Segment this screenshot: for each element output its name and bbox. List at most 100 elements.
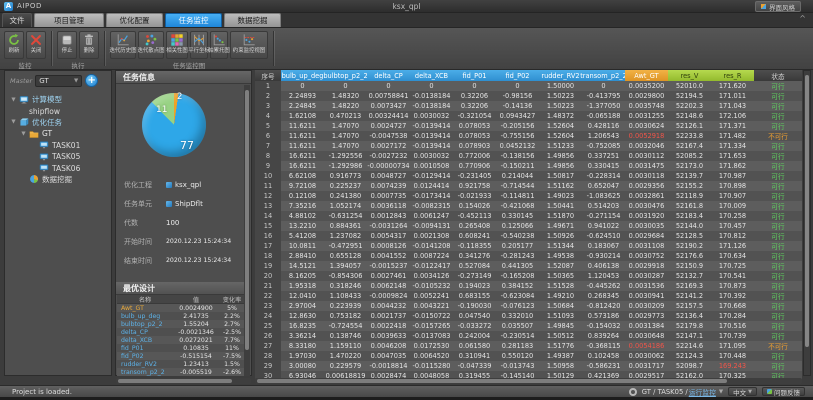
- table-vertical-scrollbar[interactable]: [803, 70, 811, 376]
- tree-item-shipflow[interactable]: shipflow: [5, 105, 111, 116]
- column-header-状态[interactable]: 状态: [754, 70, 802, 81]
- column-header-bulbtop_p2_2[interactable]: bulbtop_p2_2: [324, 70, 367, 81]
- best-row-bulbtop_p2_2[interactable]: bulbtop_p2_21.552042.7%: [117, 320, 245, 328]
- tab-3[interactable]: 优化配置: [106, 13, 163, 27]
- tab-2[interactable]: 项目管理: [34, 13, 104, 27]
- table-row[interactable]: 165.412081.2370820.00543170.00213080.608…: [255, 231, 802, 241]
- table-row[interactable]: 208.16205-0.8543060.00274610.0034126-0.2…: [255, 271, 802, 281]
- tree-item-TASK06[interactable]: TASK06: [5, 162, 111, 173]
- tab-1[interactable]: 文件: [2, 13, 32, 27]
- tree-item-TASK05[interactable]: TASK05: [5, 151, 111, 162]
- ribbon-button-相关性图[interactable]: 相关性图: [166, 31, 188, 59]
- table-row[interactable]: 711.62111.470700.0027172-0.01394140.0789…: [255, 141, 802, 151]
- table-row[interactable]: 916.6211-1.292986-0.000007340.00105080.7…: [255, 161, 802, 171]
- ui-style-button[interactable]: 界面风格: [755, 1, 801, 12]
- column-header-res_V[interactable]: res_V: [668, 70, 711, 81]
- breadcrumb[interactable]: GT / TASK05 / 运行监控 ▼: [642, 387, 723, 397]
- column-header-bulb_up_deg[interactable]: bulb_up_deg: [281, 70, 324, 81]
- table-row[interactable]: 263.362140.1387460.0039633-0.01370830.24…: [255, 331, 802, 341]
- table-row[interactable]: 816.6211-1.292556-0.00272320.00300320.77…: [255, 151, 802, 161]
- column-header-Awt_GT[interactable]: Awt_GT: [625, 70, 668, 81]
- column-header-fid_P01[interactable]: fid_P01: [453, 70, 496, 81]
- table-row[interactable]: 22.248931.483200.00758841-0.01381840.322…: [255, 91, 802, 101]
- table-row[interactable]: 281.970301.4702200.00470350.00645200.310…: [255, 351, 802, 361]
- tab-4[interactable]: 任务监控: [165, 13, 222, 27]
- panel-vertical-scrollbar[interactable]: [244, 85, 250, 376]
- table-row[interactable]: 1513.22100.884361-0.0031264-0.00941310.2…: [255, 221, 802, 231]
- ribbon-button-删除[interactable]: 删除: [79, 31, 99, 59]
- column-header-delta_XCB[interactable]: delta_XCB: [410, 70, 453, 81]
- tree-item-TASK01[interactable]: TASK01: [5, 140, 111, 151]
- table-row[interactable]: 120.121080.2413800.0007735-0.0173414-0.0…: [255, 191, 802, 201]
- best-row-rudder_RV2[interactable]: rudder_RV21.234131.5%: [117, 360, 245, 368]
- table-row[interactable]: 232.970040.2239390.00442320.0043221-0.19…: [255, 301, 802, 311]
- column-header-res_R[interactable]: res_R: [711, 70, 754, 81]
- feedback-button[interactable]: 问题反馈: [762, 387, 805, 396]
- column-header-delta_CP[interactable]: delta_CP: [367, 70, 410, 81]
- table-row[interactable]: 611.62111.47070-0.0047538-0.01394140.078…: [255, 131, 802, 141]
- panel-horizontal-scrollbar[interactable]: [116, 378, 251, 384]
- table-horizontal-scrollbar[interactable]: [255, 378, 802, 384]
- expand-arrow-icon[interactable]: ▼: [11, 97, 16, 103]
- best-row-delta_CP[interactable]: delta_CP-0.0021346-2.5%: [117, 328, 245, 336]
- best-row-fid_P02[interactable]: fid_P02-0.515154-7.5%: [117, 352, 245, 360]
- ribbon-button-迭代历史图[interactable]: 迭代历史图: [110, 31, 136, 59]
- ribbon-button-刷新[interactable]: 刷新: [4, 31, 24, 59]
- language-button[interactable]: 中文 ▼: [728, 387, 757, 396]
- ribbon-button-停止[interactable]: 停止: [57, 31, 77, 59]
- column-header-transom_p2_2[interactable]: transom_p2_2: [582, 70, 625, 81]
- row-number: 24: [255, 311, 281, 321]
- table-row[interactable]: 2516.8235-0.7245540.0022418-0.0157265-0.…: [255, 321, 802, 331]
- breadcrumb-current[interactable]: 运行监控: [689, 387, 716, 397]
- expand-arrow-icon[interactable]: ▼: [21, 131, 26, 137]
- column-header-fid_P02[interactable]: fid_P02: [496, 70, 539, 81]
- table-row[interactable]: 137.352161.0521740.0036118-0.00823150.15…: [255, 201, 802, 211]
- ribbon-button-帕累托图[interactable]: 帕累托图: [210, 31, 228, 59]
- project-dropdown[interactable]: GT ▼: [35, 75, 82, 87]
- table-row[interactable]: 144.88102-0.6312540.00128430.0061247-0.4…: [255, 211, 802, 221]
- column-header-序号[interactable]: 序号: [255, 70, 281, 81]
- expand-arrow-icon[interactable]: ▼: [11, 119, 16, 125]
- ribbon-button-约束监控视图[interactable]: 约束监控视图: [230, 31, 268, 59]
- tree-item-数据挖掘[interactable]: 数据挖掘: [5, 174, 111, 185]
- tree-item-优化任务[interactable]: ▼优化任务: [5, 117, 111, 128]
- table-row[interactable]: 32.248451.482200.0073427-0.01381840.3220…: [255, 101, 802, 111]
- panel-hscroll-thumb[interactable]: [118, 379, 232, 383]
- cell-res_R: 171.482: [711, 131, 754, 141]
- table-scrollbar-thumb[interactable]: [805, 75, 809, 347]
- row-number: 6: [255, 131, 281, 141]
- gear-icon[interactable]: [629, 388, 637, 396]
- table-row[interactable]: 293.000800.229579-0.0018814-0.0115280-0.…: [255, 361, 802, 371]
- status-badge: 可行: [754, 111, 802, 121]
- ribbon-button-迭代散点图[interactable]: 迭代散点图: [138, 31, 164, 59]
- ribbon-button-关闭[interactable]: 关闭: [26, 31, 46, 59]
- tree-item-计算模型[interactable]: ▼计算模型: [5, 94, 111, 105]
- best-row-Awt_GT[interactable]: Awt_GT0.00249005%: [117, 304, 245, 312]
- column-header-rudder_RV2[interactable]: rudder_RV2: [539, 70, 582, 81]
- table-row[interactable]: 182.884100.6551280.00415520.00872240.341…: [255, 251, 802, 261]
- collapse-ribbon-icon[interactable]: ^: [799, 15, 806, 23]
- table-row[interactable]: 278.331801.1591100.00462080.01725300.061…: [255, 341, 802, 351]
- table-hscroll-thumb[interactable]: [257, 379, 727, 383]
- table-row[interactable]: 511.62111.470700.0024727-0.01394140.0780…: [255, 121, 802, 131]
- table-row[interactable]: 211.953180.3182460.0062148-0.01052320.19…: [255, 281, 802, 291]
- best-row-fid_P01[interactable]: fid_P010.1083511%: [117, 344, 245, 352]
- cell-delta_CP: -0.0047538: [367, 131, 410, 141]
- table-row[interactable]: 1914.51211.394057-0.0015237-0.01224170.5…: [255, 261, 802, 271]
- table-row[interactable]: 10000001.5000000.003520052010.0171.620可行: [255, 81, 802, 91]
- table-row[interactable]: 1710.0811-0.4729510.0008126-0.0141208-0.…: [255, 241, 802, 251]
- table-row[interactable]: 41.621080.4702130.003244140.0030032-0.32…: [255, 111, 802, 121]
- table-row[interactable]: 106.621080.9167730.0048727-0.0129414-0.2…: [255, 171, 802, 181]
- tab-5[interactable]: 数据挖掘: [224, 13, 281, 27]
- table-row[interactable]: 2212.04101.108433-0.00098240.00522410.68…: [255, 291, 802, 301]
- status-badge: 可行: [754, 321, 802, 331]
- ribbon-button-平行坐标[interactable]: 平行坐标: [190, 31, 208, 59]
- table-row[interactable]: 119.721080.2252370.00742390.01244140.921…: [255, 181, 802, 191]
- add-project-button[interactable]: +: [85, 74, 98, 87]
- tree-item-GT[interactable]: ▼GT: [5, 128, 111, 139]
- best-row-transom_p2_2[interactable]: transom_p2_2-0.005519-2.6%: [117, 368, 245, 376]
- panel-scrollbar-thumb[interactable]: [245, 90, 249, 350]
- best-row-delta_XCB[interactable]: delta_XCB0.02720217.7%: [117, 336, 245, 344]
- best-row-bulb_up_deg[interactable]: bulb_up_deg2.417352.2%: [117, 312, 245, 320]
- table-row[interactable]: 2412.86300.7531820.0021737-0.01507220.04…: [255, 311, 802, 321]
